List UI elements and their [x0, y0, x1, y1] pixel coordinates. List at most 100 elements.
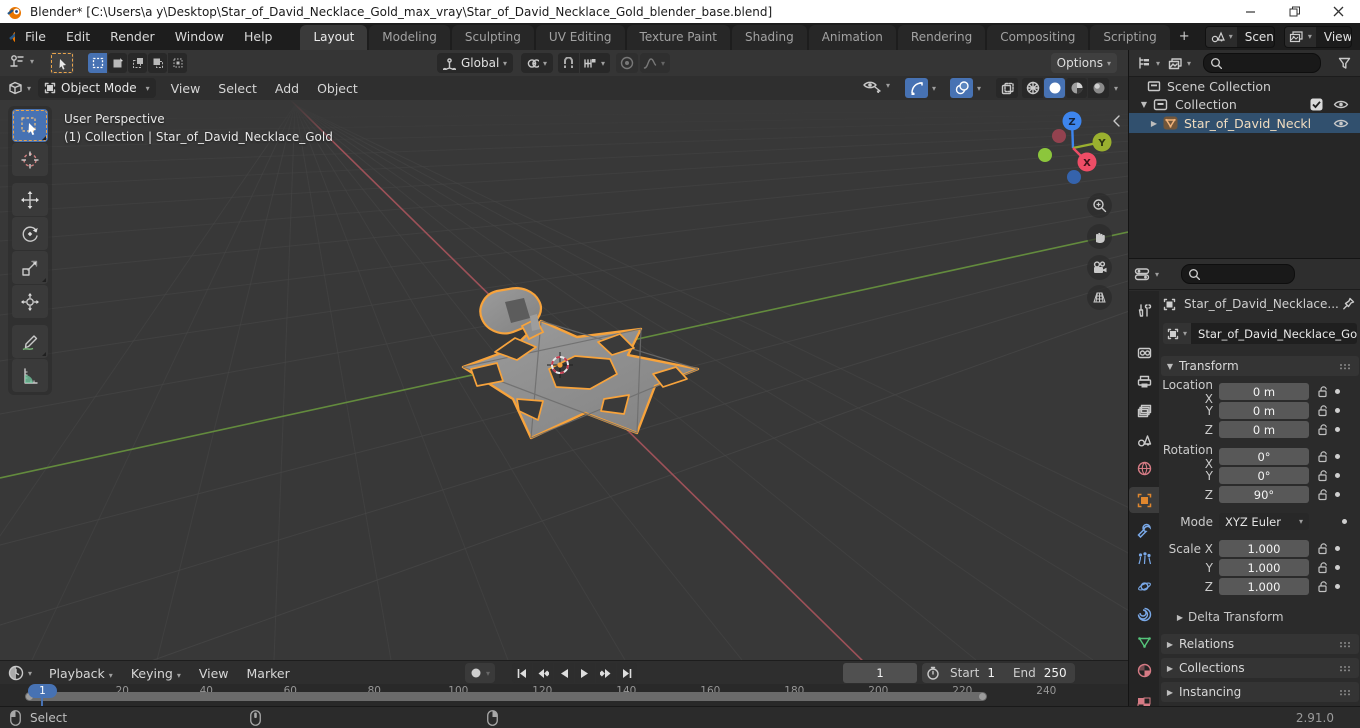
tab-tool[interactable]	[1129, 297, 1159, 323]
drag-handle-icon[interactable]	[1339, 641, 1353, 648]
eye-icon[interactable]	[1333, 99, 1349, 110]
lock-icon[interactable]	[1317, 542, 1329, 555]
transform-panel-header[interactable]: ▼ Transform	[1161, 356, 1359, 376]
pin-icon[interactable]	[1342, 297, 1355, 311]
outliner-search-input[interactable]	[1203, 53, 1322, 73]
transform-value-field[interactable]: 1.000	[1219, 559, 1309, 576]
menu-help[interactable]: Help	[234, 29, 283, 44]
select-mode-subtract[interactable]	[128, 53, 147, 73]
tab-world[interactable]	[1129, 455, 1159, 481]
lock-icon[interactable]	[1317, 404, 1329, 417]
outliner-editor-selector[interactable]: ▾	[1137, 56, 1160, 70]
tab-object-data[interactable]	[1129, 629, 1159, 655]
end-value[interactable]: 250	[1044, 666, 1067, 680]
overlays-dropdown-arrow[interactable]: ▾	[977, 84, 981, 93]
menu-window[interactable]: Window	[165, 29, 234, 44]
next-keyframe-button[interactable]	[596, 663, 616, 683]
workspace-tab-scripting[interactable]: Scripting	[1090, 25, 1170, 50]
transform-value-field[interactable]: 1.000	[1219, 540, 1309, 557]
transform-value-field[interactable]: 0°	[1219, 467, 1309, 484]
zoom-button[interactable]	[1087, 193, 1112, 218]
viewport-canvas[interactable]: User Perspective (1) Collection | Star_o…	[0, 100, 1128, 660]
shading-material-button[interactable]	[1066, 78, 1087, 98]
menu-file[interactable]: File	[15, 29, 56, 44]
tab-physics[interactable]	[1129, 573, 1159, 599]
animate-dot[interactable]	[1342, 519, 1347, 524]
delta-transform-subpanel[interactable]: ▶ Delta Transform	[1175, 610, 1360, 624]
editor-type-selector[interactable]: ▾	[8, 81, 31, 95]
tab-constraints[interactable]	[1129, 601, 1159, 627]
tab-modifiers[interactable]	[1129, 517, 1159, 543]
gizmo-neg-x-ball[interactable]	[1052, 129, 1066, 143]
camera-view-button[interactable]	[1087, 255, 1112, 280]
tab-particles[interactable]	[1129, 545, 1159, 571]
gizmo-neg-y-ball[interactable]	[1038, 148, 1052, 162]
playhead-frame-badge[interactable]: 1	[28, 684, 57, 698]
show-gizmo-button[interactable]	[905, 78, 928, 98]
view-layer-browse-icon[interactable]: ▾	[1284, 26, 1316, 47]
tab-render[interactable]	[1129, 339, 1159, 365]
transform-orientation-dropdown[interactable]: Global ▾	[437, 53, 513, 73]
scene-selector[interactable]: ▾ Scene	[1204, 25, 1275, 48]
lock-icon[interactable]	[1317, 469, 1329, 482]
tool-transform-button[interactable]	[12, 285, 48, 318]
xray-toggle-button[interactable]	[996, 78, 1018, 98]
properties-search-input[interactable]	[1181, 264, 1296, 284]
tab-view-layer[interactable]	[1129, 398, 1159, 424]
breadcrumb-object-name[interactable]: Star_of_David_Necklace...	[1184, 297, 1339, 311]
outliner-display-mode[interactable]: ▾	[1168, 57, 1191, 70]
timeline-editor-selector[interactable]: ▾	[8, 665, 32, 681]
tab-object[interactable]	[1129, 487, 1159, 513]
tab-texture[interactable]	[1129, 691, 1159, 707]
close-button[interactable]	[1316, 0, 1360, 23]
menu-select[interactable]: Select	[209, 81, 266, 96]
menu-edit[interactable]: Edit	[56, 29, 100, 44]
tool-annotate-button[interactable]	[12, 325, 48, 358]
transform-value-field[interactable]: 0 m	[1219, 383, 1309, 400]
tool-rotate-button[interactable]	[12, 217, 48, 250]
pan-hand-button[interactable]	[1087, 224, 1112, 249]
object-id-browse[interactable]: ▾	[1163, 323, 1192, 344]
relations-panel-header[interactable]: ▶ Relations	[1161, 634, 1359, 654]
transform-value-field[interactable]: 90°	[1219, 486, 1309, 503]
eye-icon[interactable]	[1333, 118, 1349, 129]
sidebar-collapse-arrow[interactable]	[1112, 114, 1121, 128]
tab-material[interactable]	[1129, 657, 1159, 683]
start-value[interactable]: 1	[987, 666, 995, 680]
checkbox-checked-icon[interactable]	[1310, 98, 1323, 111]
select-mode-intersect[interactable]	[168, 53, 187, 73]
collapse-icon[interactable]: ▶	[1149, 119, 1159, 128]
animate-dot[interactable]	[1335, 546, 1340, 551]
orthographic-toggle-button[interactable]	[1087, 285, 1112, 310]
gizmo-dropdown-arrow[interactable]: ▾	[932, 84, 936, 93]
options-dropdown[interactable]: Options ▾	[1050, 53, 1117, 73]
view-layer-selector[interactable]: ▾ View Layer	[1283, 25, 1352, 48]
scene-browse-icon[interactable]: ▾	[1205, 26, 1237, 47]
lock-icon[interactable]	[1317, 488, 1329, 501]
menu-add[interactable]: Add	[266, 81, 308, 96]
tool-measure-button[interactable]	[12, 359, 48, 392]
mode-dropdown[interactable]: Object Mode ▾	[38, 78, 156, 98]
animate-dot[interactable]	[1335, 584, 1340, 589]
show-overlays-button[interactable]	[950, 78, 973, 98]
proportional-editing-button[interactable]	[616, 53, 638, 73]
prev-keyframe-button[interactable]	[533, 663, 553, 683]
drag-handle-icon[interactable]	[1339, 363, 1353, 370]
workspace-tab-layout[interactable]: Layout	[300, 25, 368, 50]
menu-keying[interactable]: Keying ▾	[122, 666, 190, 681]
select-mode-extend[interactable]	[108, 53, 127, 73]
lock-icon[interactable]	[1317, 385, 1329, 398]
lock-icon[interactable]	[1317, 423, 1329, 436]
tab-output[interactable]	[1129, 369, 1159, 395]
properties-editor-selector[interactable]: ▾	[1134, 267, 1159, 281]
animate-dot[interactable]	[1335, 427, 1340, 432]
drag-handle-icon[interactable]	[1339, 665, 1353, 672]
expand-icon[interactable]: ▼	[1139, 100, 1149, 109]
workspace-tab-animation[interactable]: Animation	[808, 25, 896, 50]
menu-playback[interactable]: Playback ▾	[40, 666, 122, 681]
active-tool-select-box[interactable]	[50, 52, 74, 74]
workspace-tab-shading[interactable]: Shading	[731, 25, 807, 50]
select-mode-new[interactable]	[88, 53, 107, 73]
transform-value-field[interactable]: 0°	[1219, 448, 1309, 465]
menu-view[interactable]: View	[162, 81, 210, 96]
